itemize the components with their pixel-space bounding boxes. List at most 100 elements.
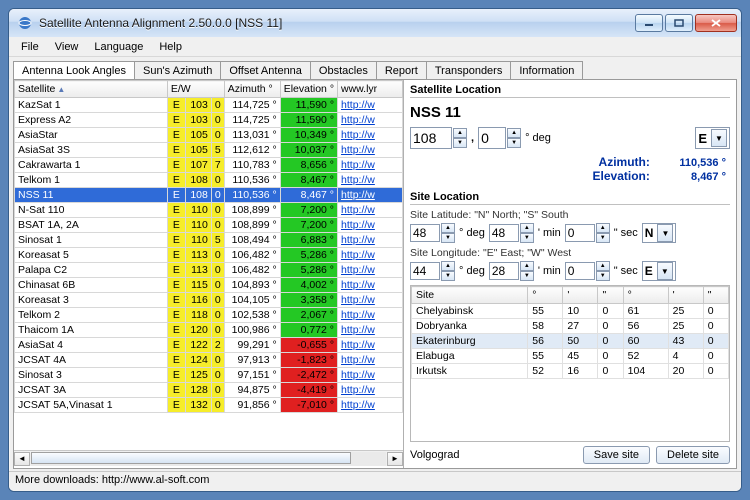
menu-view[interactable]: View <box>47 39 87 55</box>
list-item[interactable]: Elabuga554505240 <box>412 349 729 364</box>
chevron-down-icon: ▼ <box>657 224 673 242</box>
link[interactable]: http://w <box>341 339 375 351</box>
link[interactable]: http://w <box>341 219 375 231</box>
scroll-left-icon[interactable]: ◄ <box>14 452 30 466</box>
tab-information[interactable]: Information <box>510 61 583 79</box>
satloc-deg-spin[interactable]: ▲▼ <box>410 127 467 149</box>
save-site-button[interactable]: Save site <box>583 446 650 464</box>
link[interactable]: http://w <box>341 114 375 126</box>
table-row[interactable]: Express A2E1030114,725 °11,590 °http://w <box>15 113 403 128</box>
menu-file[interactable]: File <box>13 39 47 55</box>
lon-hem-select[interactable]: E▼ <box>642 261 676 281</box>
satellite-table[interactable]: Satellite▲ E/W Azimuth ° Elevation ° www… <box>14 80 403 413</box>
table-row[interactable]: Sinosat 1E1105108,494 °6,883 °http://w <box>15 233 403 248</box>
tab-offset-antenna[interactable]: Offset Antenna <box>220 61 311 79</box>
lat-hem-select[interactable]: N▼ <box>642 223 677 243</box>
table-row[interactable]: KazSat 1E1030114,725 °11,590 °http://w <box>15 98 403 113</box>
satloc-min-spin[interactable]: ▲▼ <box>478 127 521 149</box>
menu-language[interactable]: Language <box>86 39 151 55</box>
minimize-button[interactable] <box>635 14 663 32</box>
lon-deg-input[interactable] <box>410 262 440 280</box>
link[interactable]: http://w <box>341 99 375 111</box>
tab-antenna-look-angles[interactable]: Antenna Look Angles <box>13 61 135 79</box>
table-row[interactable]: NSS 11E1080110,536 °8,467 °http://w <box>15 188 403 203</box>
scroll-track[interactable] <box>31 452 386 466</box>
satloc-deg-input[interactable] <box>410 127 452 149</box>
maximize-button[interactable] <box>665 14 693 32</box>
table-row[interactable]: JCSAT 5A,Vinasat 1E132091,856 °-7,010 °h… <box>15 398 403 413</box>
satellite-list-pane: Satellite▲ E/W Azimuth ° Elevation ° www… <box>14 80 404 468</box>
table-row[interactable]: BSAT 1A, 2AE1100108,899 °7,200 °http://w <box>15 218 403 233</box>
table-row[interactable]: N-Sat 110E1100108,899 °7,200 °http://w <box>15 203 403 218</box>
link[interactable]: http://w <box>341 369 375 381</box>
close-button[interactable] <box>695 14 737 32</box>
site-grid[interactable]: Site°'"°'"Chelyabinsk5510061250Dobryanka… <box>410 285 730 442</box>
list-item[interactable]: Ekaterinburg5650060430 <box>412 334 729 349</box>
list-item[interactable]: Chelyabinsk5510061250 <box>412 304 729 319</box>
delete-site-button[interactable]: Delete site <box>656 446 730 464</box>
table-row[interactable]: Koreasat 5E1130106,482 °5,286 °http://w <box>15 248 403 263</box>
spin-down-icon[interactable]: ▼ <box>453 138 467 148</box>
col-satellite[interactable]: Satellite▲ <box>15 81 168 98</box>
link[interactable]: http://w <box>341 294 375 306</box>
table-row[interactable]: Thaicom 1AE1200100,986 °0,772 °http://w <box>15 323 403 338</box>
status-bar: More downloads: http://www.al-soft.com <box>9 471 741 491</box>
col-link[interactable]: www.lyr <box>338 81 403 98</box>
col-azimuth[interactable]: Azimuth ° <box>224 81 280 98</box>
tab-pane: Satellite▲ E/W Azimuth ° Elevation ° www… <box>13 79 737 469</box>
hscrollbar[interactable]: ◄ ► <box>14 450 403 466</box>
tab-transponders[interactable]: Transponders <box>426 61 511 79</box>
table-row[interactable]: Telkom 2E1180102,538 °2,067 °http://w <box>15 308 403 323</box>
spin-up-icon[interactable]: ▲ <box>453 128 467 138</box>
app-icon <box>17 15 33 31</box>
satellite-location-header: Satellite Location <box>410 82 730 98</box>
list-item[interactable]: Dobryanka5827056250 <box>412 319 729 334</box>
tab-suns-azimuth[interactable]: Sun's Azimuth <box>134 61 221 79</box>
list-item[interactable]: Irkutsk52160104200 <box>412 364 729 379</box>
deg-label: ° deg <box>525 132 551 144</box>
lat-deg-input[interactable] <box>410 224 440 242</box>
lat-sec-input[interactable] <box>565 224 595 242</box>
link[interactable]: http://w <box>341 384 375 396</box>
table-row[interactable]: AsiaStarE1050113,031 °10,349 °http://w <box>15 128 403 143</box>
link[interactable]: http://w <box>341 324 375 336</box>
link[interactable]: http://w <box>341 264 375 276</box>
link[interactable]: http://w <box>341 234 375 246</box>
col-ew[interactable]: E/W <box>167 81 224 98</box>
link[interactable]: http://w <box>341 309 375 321</box>
satloc-ew-select[interactable]: E▼ <box>695 127 730 149</box>
link[interactable]: http://w <box>341 189 375 201</box>
current-site-name: Volgograd <box>410 449 577 461</box>
window-controls <box>635 14 737 32</box>
table-row[interactable]: Koreasat 3E1160104,105 °3,358 °http://w <box>15 293 403 308</box>
lon-min-input[interactable] <box>489 262 519 280</box>
link[interactable]: http://w <box>341 279 375 291</box>
link[interactable]: http://w <box>341 144 375 156</box>
link[interactable]: http://w <box>341 159 375 171</box>
table-row[interactable]: AsiaSat 3SE1055112,612 °10,037 °http://w <box>15 143 403 158</box>
menu-help[interactable]: Help <box>151 39 190 55</box>
chevron-down-icon: ▼ <box>657 262 673 280</box>
link[interactable]: http://w <box>341 354 375 366</box>
table-row[interactable]: Chinasat 6BE1150104,893 °4,002 °http://w <box>15 278 403 293</box>
scroll-right-icon[interactable]: ► <box>387 452 403 466</box>
table-row[interactable]: Telkom 1E1080110,536 °8,467 °http://w <box>15 173 403 188</box>
table-row[interactable]: Sinosat 3E125097,151 °-2,472 °http://w <box>15 368 403 383</box>
satloc-min-input[interactable] <box>478 127 506 149</box>
table-row[interactable]: Palapa C2E1130106,482 °5,286 °http://w <box>15 263 403 278</box>
link[interactable]: http://w <box>341 399 375 411</box>
tab-obstacles[interactable]: Obstacles <box>310 61 377 79</box>
table-row[interactable]: JCSAT 3AE128094,875 °-4,419 °http://w <box>15 383 403 398</box>
scroll-thumb[interactable] <box>31 452 351 464</box>
link[interactable]: http://w <box>341 129 375 141</box>
table-row[interactable]: JCSAT 4AE124097,913 °-1,823 °http://w <box>15 353 403 368</box>
tab-report[interactable]: Report <box>376 61 427 79</box>
col-elevation[interactable]: Elevation ° <box>280 81 337 98</box>
lon-sec-input[interactable] <box>565 262 595 280</box>
lat-min-input[interactable] <box>489 224 519 242</box>
link[interactable]: http://w <box>341 249 375 261</box>
link[interactable]: http://w <box>341 204 375 216</box>
table-row[interactable]: AsiaSat 4E122299,291 °-0,655 °http://w <box>15 338 403 353</box>
table-row[interactable]: Cakrawarta 1E1077110,783 °8,656 °http://… <box>15 158 403 173</box>
link[interactable]: http://w <box>341 174 375 186</box>
